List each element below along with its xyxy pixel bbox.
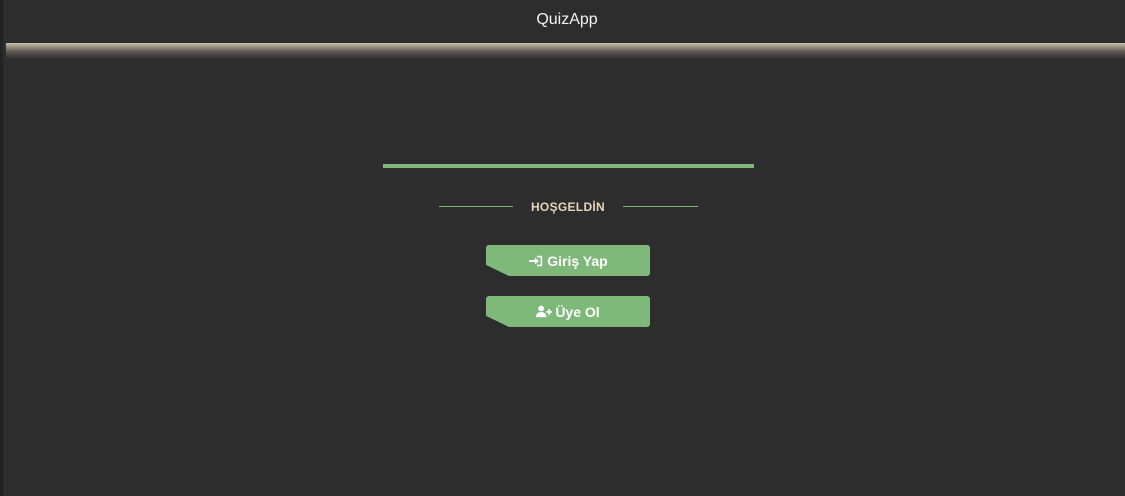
navbar: QuizApp [6,0,1125,43]
top-divider [383,164,754,168]
login-button-label: Giriş Yap [547,252,608,269]
welcome-left-line [439,206,513,207]
register-button[interactable]: Üye Ol [486,296,650,327]
app-frame: QuizApp HOŞGELDİN Giriş Yap Üye Ol [0,0,1125,496]
welcome-right-line [623,206,698,207]
register-button-label: Üye Ol [555,303,600,320]
app-title: QuizApp [536,11,598,28]
login-button[interactable]: Giriş Yap [486,245,650,276]
welcome-text: HOŞGELDİN [530,200,606,214]
sign-in-icon [528,254,544,268]
navbar-shadow-strip [6,43,1125,59]
user-plus-icon [536,305,553,319]
welcome-heading: HOŞGELDİN [439,196,698,218]
